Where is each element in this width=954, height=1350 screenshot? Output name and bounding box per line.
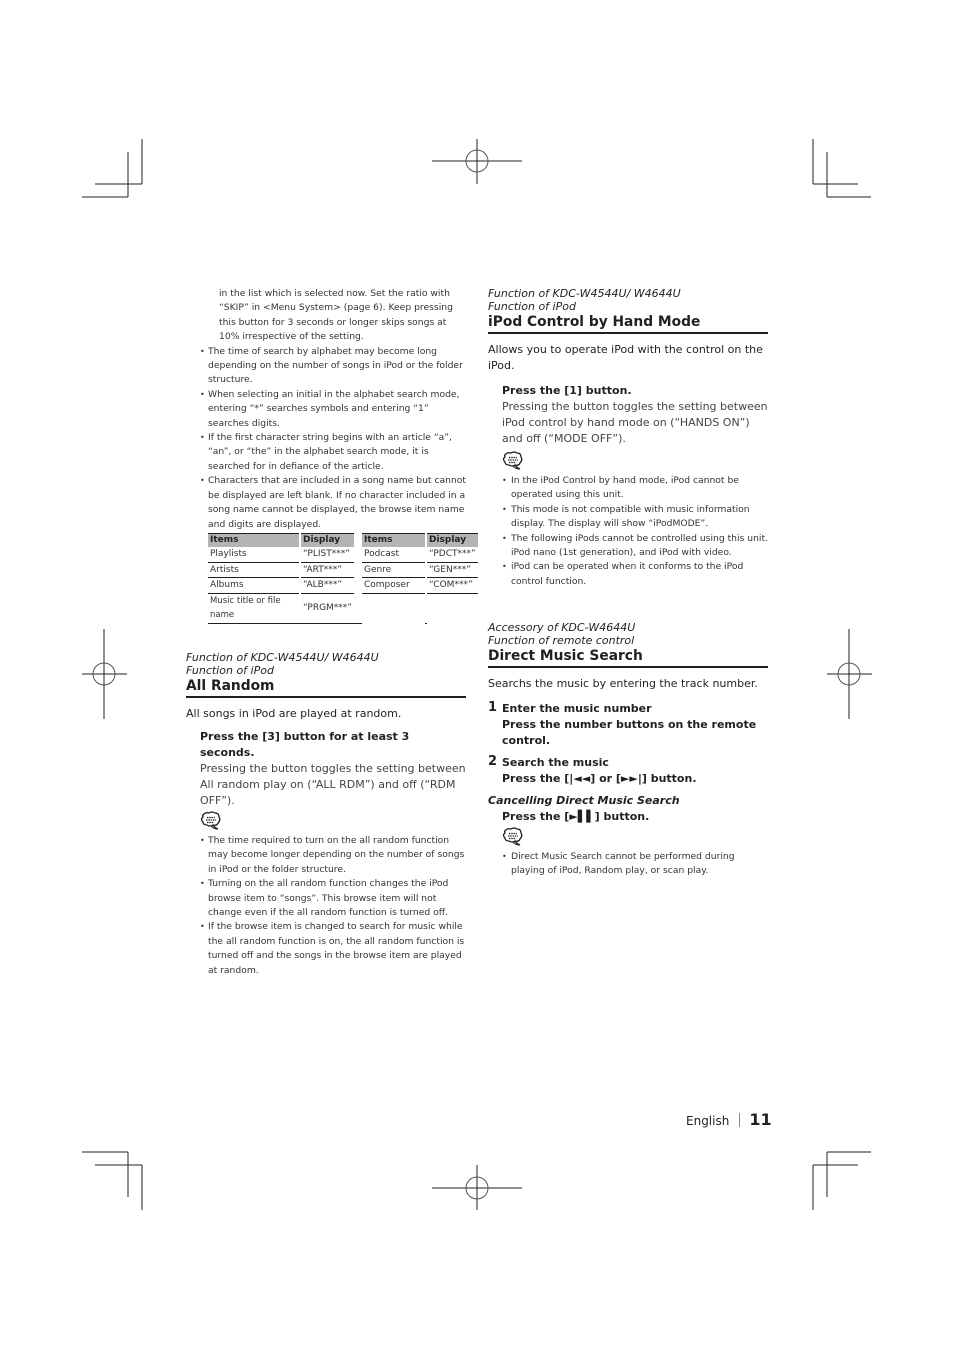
table-cell: Podcast	[361, 547, 425, 563]
table-cell: Artists	[208, 562, 299, 578]
note-item: The following iPods cannot be controlled…	[488, 532, 768, 561]
note-item: Turning on the all random function chang…	[186, 877, 466, 920]
section-intro: All songs in iPod are played at random.	[186, 707, 402, 720]
registration-mark-left	[82, 629, 127, 719]
registration-mark-right	[827, 629, 872, 719]
cancel-heading: Cancelling Direct Music Search	[488, 794, 680, 807]
crop-marks	[82, 139, 872, 1210]
note-item: The time of search by alphabet may becom…	[186, 345, 466, 388]
table-row: Playlists “PLIST***” Podcast “PDCT***”	[208, 547, 478, 563]
table-row: Albums “ALB***” Composer “COM***”	[208, 577, 478, 594]
table-row: Artists “ART***” Genre “GEN***”	[208, 562, 478, 578]
notes-list: In the iPod Control by hand mode, iPod c…	[488, 474, 768, 589]
crop-mark-top-left	[82, 139, 143, 198]
note-item: In the iPod Control by hand mode, iPod c…	[488, 474, 768, 503]
function-label: Function of iPod	[488, 299, 576, 313]
function-label: Function of remote control	[488, 633, 635, 647]
cancel-step: Press the [►▌▌] button.	[502, 810, 650, 823]
step-title: Press the [3] button for at least 3 seco…	[200, 730, 410, 759]
function-label: Function of KDC-W4544U/ W4644U	[186, 651, 379, 664]
table-cell: Genre	[361, 562, 425, 578]
table-cell: “GEN***”	[426, 562, 478, 578]
step-2: 2 Search the music Press the [|◄◄] or [►…	[488, 754, 768, 787]
section-title: Direct Music Search	[488, 648, 768, 668]
section-title: All Random	[186, 678, 466, 698]
function-label: Accessory of KDC-W4644U	[488, 621, 636, 634]
table-cell: “PRGM***”	[301, 593, 354, 624]
notes-list: Direct Music Search cannot be performed …	[488, 850, 768, 879]
note-item: Direct Music Search cannot be performed …	[488, 850, 768, 879]
crop-mark-bottom-left	[82, 1151, 143, 1210]
note-speech-bubble-icon	[200, 811, 221, 830]
step-1: 1 Enter the music number Press the numbe…	[488, 700, 768, 749]
notes-list: The time required to turn on the all ran…	[186, 834, 466, 978]
table-row: Music title or file name “PRGM***”	[208, 593, 478, 624]
table-cell: Playlists	[208, 547, 299, 563]
note-item: When selecting an initial in the alphabe…	[186, 388, 466, 431]
table-header: Items	[361, 533, 425, 547]
step-description: Press the [|◄◄] or [►►|] button.	[502, 772, 697, 785]
registration-mark-top	[432, 139, 522, 184]
alphabet-search-notes: in the list which is selected now. Set t…	[186, 287, 466, 532]
table-header: Display	[426, 533, 478, 547]
table-cell: “COM***”	[426, 577, 478, 594]
function-label: Function of iPod	[186, 663, 274, 677]
table-header: Items	[208, 533, 299, 547]
note-item: If the first character string begins wit…	[186, 431, 466, 474]
footer-divider	[739, 1113, 741, 1127]
page-number: 11	[749, 1110, 772, 1129]
registration-mark-bottom	[432, 1165, 522, 1210]
note-item: If the browse item is changed to search …	[186, 920, 466, 978]
section-intro: Searchs the music by entering the track …	[488, 677, 758, 690]
table-cell: “PLIST***”	[301, 547, 354, 563]
language-label: English	[686, 1114, 730, 1128]
note-item: iPod can be operated when it conforms to…	[488, 560, 768, 589]
note-speech-bubble-icon	[502, 451, 523, 470]
step-number: 2	[488, 754, 498, 769]
step-description: Pressing the button toggles the setting …	[200, 762, 466, 807]
step-title: Search the music	[502, 756, 609, 769]
crop-mark-bottom-right	[812, 1151, 871, 1210]
note-item: This mode is not compatible with music i…	[488, 503, 768, 532]
hand-mode-section: Function of KDC-W4544U/ W4644U Function …	[488, 287, 768, 589]
step-number: 1	[488, 700, 498, 715]
items-display-table: Items Display Items Display Playlists “P…	[208, 533, 478, 624]
table-cell: “ALB***”	[301, 577, 354, 594]
crop-mark-top-right	[812, 139, 871, 198]
step-description: Press the number buttons on the remote c…	[502, 718, 757, 747]
table-cell: Music title or file name	[208, 593, 299, 624]
table-cell: Albums	[208, 577, 299, 594]
direct-music-search-section: Accessory of KDC-W4644U Function of remo…	[488, 621, 768, 879]
table-cell: “PDCT***”	[426, 547, 478, 563]
step-title: Enter the music number	[502, 702, 652, 715]
step-description: Pressing the button toggles the setting …	[502, 400, 768, 445]
table-cell: Composer	[361, 577, 425, 594]
notes-list: The time of search by alphabet may becom…	[186, 345, 466, 532]
note-item: The time required to turn on the all ran…	[186, 834, 466, 877]
step-title: Press the [1] button.	[502, 384, 632, 397]
table-cell: “ART***”	[301, 562, 354, 578]
section-title: iPod Control by Hand Mode	[488, 314, 768, 334]
function-label: Function of KDC-W4544U/ W4644U	[488, 287, 681, 300]
continuation-text: in the list which is selected now. Set t…	[219, 288, 453, 343]
section-intro: Allows you to operate iPod with the cont…	[488, 343, 763, 372]
note-item: Characters that are included in a song n…	[186, 474, 466, 532]
note-speech-bubble-icon	[502, 827, 523, 846]
table-header-row: Items Display Items Display	[208, 533, 478, 547]
page-footer: English 11	[686, 1110, 772, 1131]
all-random-section: Function of KDC-W4544U/ W4644U Function …	[186, 651, 466, 978]
table-header: Display	[301, 533, 354, 547]
